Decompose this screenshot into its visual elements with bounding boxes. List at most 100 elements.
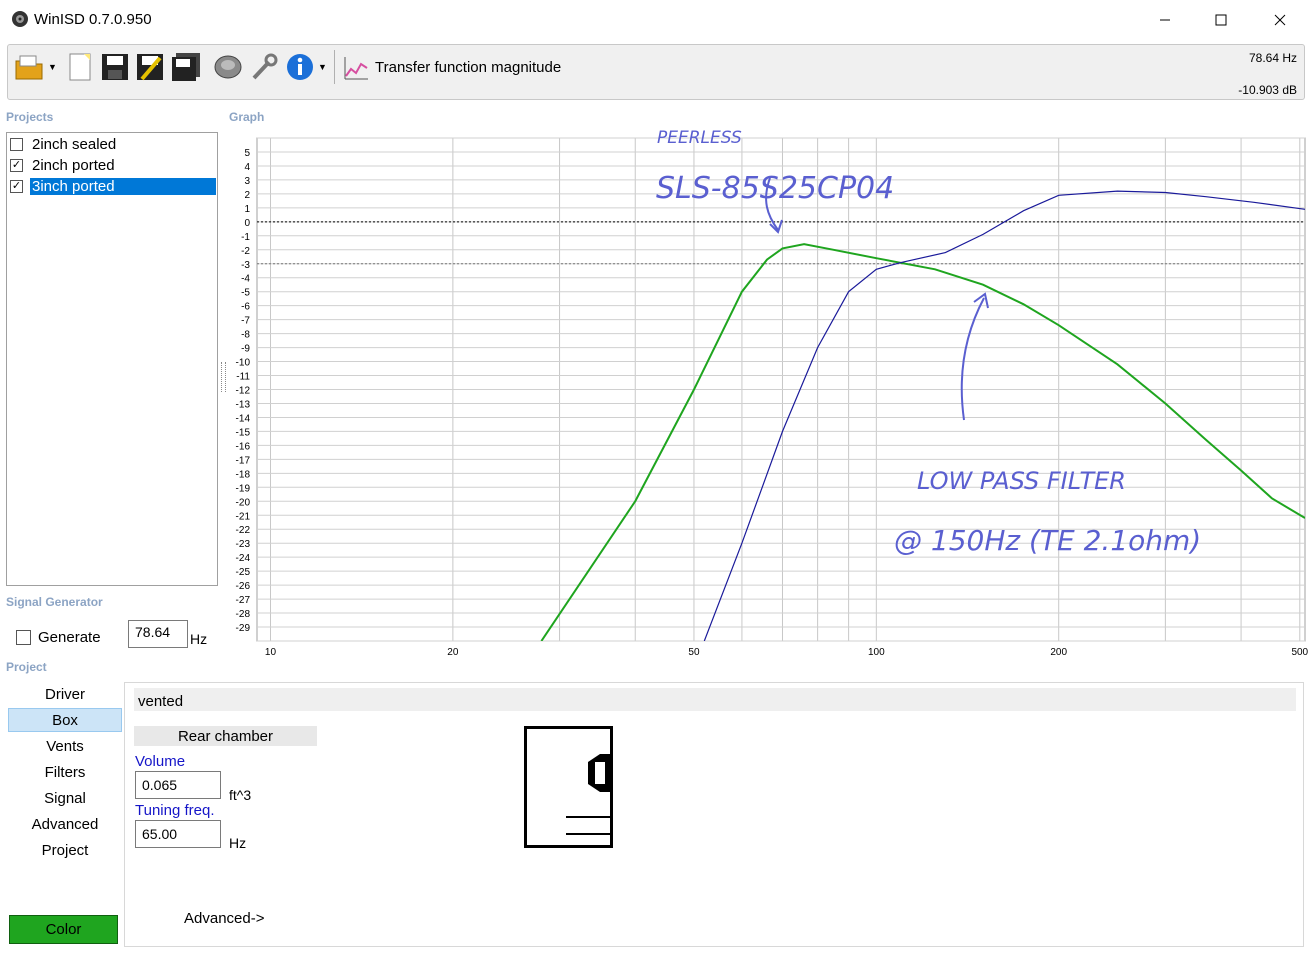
open-folder-icon[interactable] — [14, 50, 46, 84]
y-tick-label: -22 — [236, 525, 251, 536]
y-tick-label: -3 — [241, 260, 250, 271]
y-tick-label: -18 — [236, 469, 251, 480]
signal-generator-label: Signal Generator — [6, 595, 103, 609]
speaker-driver-icon[interactable] — [212, 50, 244, 84]
project-checkbox-checked[interactable]: ✓ — [10, 158, 23, 172]
projects-section-label: Projects — [6, 110, 54, 124]
project-label: 2inch sealed — [32, 135, 117, 153]
generate-label: Generate — [38, 628, 101, 646]
x-tick-label: 200 — [1050, 647, 1067, 658]
new-document-icon[interactable] — [64, 50, 96, 84]
nav-filters[interactable]: Filters — [8, 760, 122, 784]
nav-vents[interactable]: Vents — [8, 734, 122, 758]
nav-driver[interactable]: Driver — [8, 682, 122, 706]
wrench-icon[interactable] — [248, 50, 280, 84]
maximize-icon[interactable] — [1198, 0, 1244, 40]
cursor-level-readout: -10.903 dB — [1238, 83, 1297, 97]
project-item-2inch-sealed[interactable]: 2inch sealed — [10, 134, 118, 154]
advanced-link[interactable]: Advanced-> — [184, 910, 264, 927]
y-tick-label: -10 — [236, 358, 251, 369]
y-tick-label: -29 — [236, 623, 251, 634]
generate-toggle[interactable]: Generate — [16, 625, 101, 649]
generate-checkbox[interactable] — [16, 629, 31, 645]
y-tick-label: 2 — [244, 190, 250, 201]
open-dropdown-icon[interactable]: ▼ — [48, 62, 57, 72]
nav-advanced[interactable]: Advanced — [8, 812, 122, 836]
y-tick-label: -16 — [236, 441, 251, 452]
tuning-label: Tuning freq. — [135, 802, 215, 819]
x-tick-label: 100 — [868, 647, 885, 658]
y-tick-label: -8 — [241, 330, 250, 341]
graph-icon[interactable] — [342, 54, 370, 87]
y-tick-label: 0 — [244, 218, 250, 229]
y-tick-label: -14 — [236, 413, 251, 424]
info-dropdown-icon[interactable]: ▼ — [318, 62, 327, 72]
y-tick-label: -12 — [236, 386, 251, 397]
project-item-3inch-ported[interactable]: ✓ 3inch ported — [10, 176, 216, 196]
y-tick-label: -9 — [241, 344, 250, 355]
handwritten-annotation: SLS-85S25CP04 — [656, 171, 894, 206]
graph-section-label: Graph — [229, 110, 265, 124]
nav-signal[interactable]: Signal — [8, 786, 122, 810]
app-logo-icon — [10, 9, 30, 34]
info-icon[interactable] — [284, 50, 316, 84]
project-label: 3inch ported — [30, 177, 216, 195]
edit-save-icon[interactable] — [134, 50, 166, 84]
project-section-label: Project — [6, 660, 47, 674]
cursor-frequency-readout: 78.64 Hz — [1248, 51, 1297, 65]
y-tick-label: -26 — [236, 581, 251, 592]
y-tick-label: -25 — [236, 567, 251, 578]
nav-box[interactable]: Box — [8, 708, 122, 732]
y-tick-label: -1 — [241, 232, 250, 243]
y-tick-label: -19 — [236, 483, 251, 494]
volume-input[interactable]: 0.065 — [135, 771, 221, 799]
y-tick-label: -27 — [236, 595, 251, 606]
save-all-icon[interactable] — [170, 50, 202, 84]
y-tick-label: -20 — [236, 497, 251, 508]
minimize-icon[interactable] — [1142, 0, 1188, 40]
y-tick-label: -28 — [236, 609, 251, 620]
project-label: 2inch ported — [32, 156, 115, 174]
close-icon[interactable] — [1257, 0, 1303, 40]
title-bar — [0, 0, 1315, 40]
toolbar-divider — [334, 50, 335, 84]
x-tick-label: 50 — [688, 647, 700, 658]
generator-unit: Hz — [190, 631, 208, 647]
y-tick-label: -6 — [241, 302, 250, 313]
project-item-2inch-ported[interactable]: ✓ 2inch ported — [10, 155, 117, 175]
y-tick-label: -11 — [236, 372, 250, 383]
y-tick-label: -4 — [241, 274, 250, 285]
y-tick-label: -13 — [236, 399, 251, 410]
y-tick-label: 1 — [244, 204, 250, 215]
volume-label: Volume — [135, 753, 186, 770]
window-title: WinISD 0.7.0.950 — [34, 11, 152, 28]
nav-project[interactable]: Project — [8, 838, 122, 862]
y-tick-label: -15 — [236, 427, 251, 438]
y-tick-label: -17 — [236, 455, 251, 466]
save-icon[interactable] — [99, 50, 131, 84]
x-tick-label: 10 — [265, 647, 277, 658]
projects-list — [6, 132, 218, 586]
handwritten-annotation: @ 150Hz (TE 2.1ohm) — [894, 524, 1201, 557]
y-tick-label: 5 — [244, 148, 250, 159]
y-tick-label: 4 — [244, 162, 250, 173]
y-tick-label: 3 — [244, 176, 250, 187]
project-checkbox-checked[interactable]: ✓ — [10, 179, 23, 193]
box-diagram-icon — [524, 726, 616, 855]
generator-frequency-input[interactable]: 78.64 — [128, 620, 188, 648]
y-tick-label: -24 — [236, 553, 251, 564]
transfer-function-graph[interactable]: 543210-1-2-3-4-5-6-7-8-9-10-11-12-13-14-… — [222, 130, 1312, 658]
y-tick-label: -5 — [241, 288, 250, 299]
handwritten-annotation: PEERLESS — [657, 130, 742, 148]
handwritten-annotation: LOW PASS FILTER — [917, 467, 1126, 495]
color-button[interactable]: Color — [9, 915, 118, 944]
project-checkbox[interactable] — [10, 137, 23, 151]
y-tick-label: -2 — [241, 246, 250, 257]
tuning-input[interactable]: 65.00 — [135, 820, 221, 848]
x-tick-label: 20 — [447, 647, 459, 658]
rear-chamber-header: Rear chamber — [134, 726, 317, 746]
graph-selector[interactable]: Transfer function magnitude — [375, 59, 561, 76]
box-type-selector[interactable]: vented — [134, 688, 1296, 711]
box-panel — [124, 682, 1304, 947]
y-tick-label: -21 — [236, 511, 251, 522]
